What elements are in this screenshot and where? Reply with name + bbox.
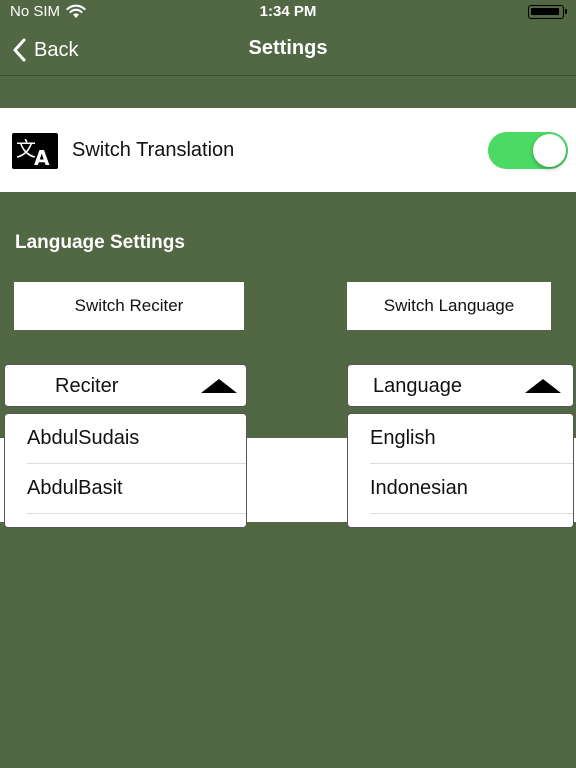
translate-icon: 文 A bbox=[12, 133, 58, 170]
translation-toggle[interactable] bbox=[488, 132, 568, 169]
battery-icon bbox=[528, 5, 567, 19]
svg-text:A: A bbox=[34, 146, 50, 169]
language-dropdown[interactable]: Language bbox=[347, 364, 574, 407]
reciter-option[interactable]: AbdulBasit bbox=[5, 464, 246, 514]
reciter-dropdown-label: Reciter bbox=[55, 375, 119, 397]
reciter-options-list: AbdulSudais AbdulBasit bbox=[4, 413, 247, 528]
reciter-option[interactable]: AbdulSudais bbox=[5, 414, 246, 464]
language-settings-title: Language Settings bbox=[15, 232, 185, 253]
status-time: 1:34 PM bbox=[259, 3, 317, 20]
page-title: Settings bbox=[248, 37, 328, 59]
language-option[interactable]: English bbox=[348, 414, 573, 464]
translation-label: Switch Translation bbox=[72, 139, 235, 161]
toggle-knob bbox=[533, 134, 566, 167]
navigation-bar: Back Settings bbox=[0, 24, 576, 76]
triangle-up-icon bbox=[201, 379, 237, 393]
switch-language-button[interactable]: Switch Language bbox=[347, 282, 551, 330]
svg-text:文: 文 bbox=[16, 137, 36, 161]
language-options-list: English Indonesian bbox=[347, 413, 574, 528]
language-dropdown-label: Language bbox=[373, 375, 462, 397]
status-bar: No SIM 1:34 PM bbox=[0, 0, 576, 24]
switch-reciter-button[interactable]: Switch Reciter bbox=[14, 282, 244, 330]
reciter-dropdown[interactable]: Reciter bbox=[4, 364, 247, 407]
triangle-up-icon bbox=[525, 379, 561, 393]
language-option[interactable]: Indonesian bbox=[348, 464, 573, 514]
